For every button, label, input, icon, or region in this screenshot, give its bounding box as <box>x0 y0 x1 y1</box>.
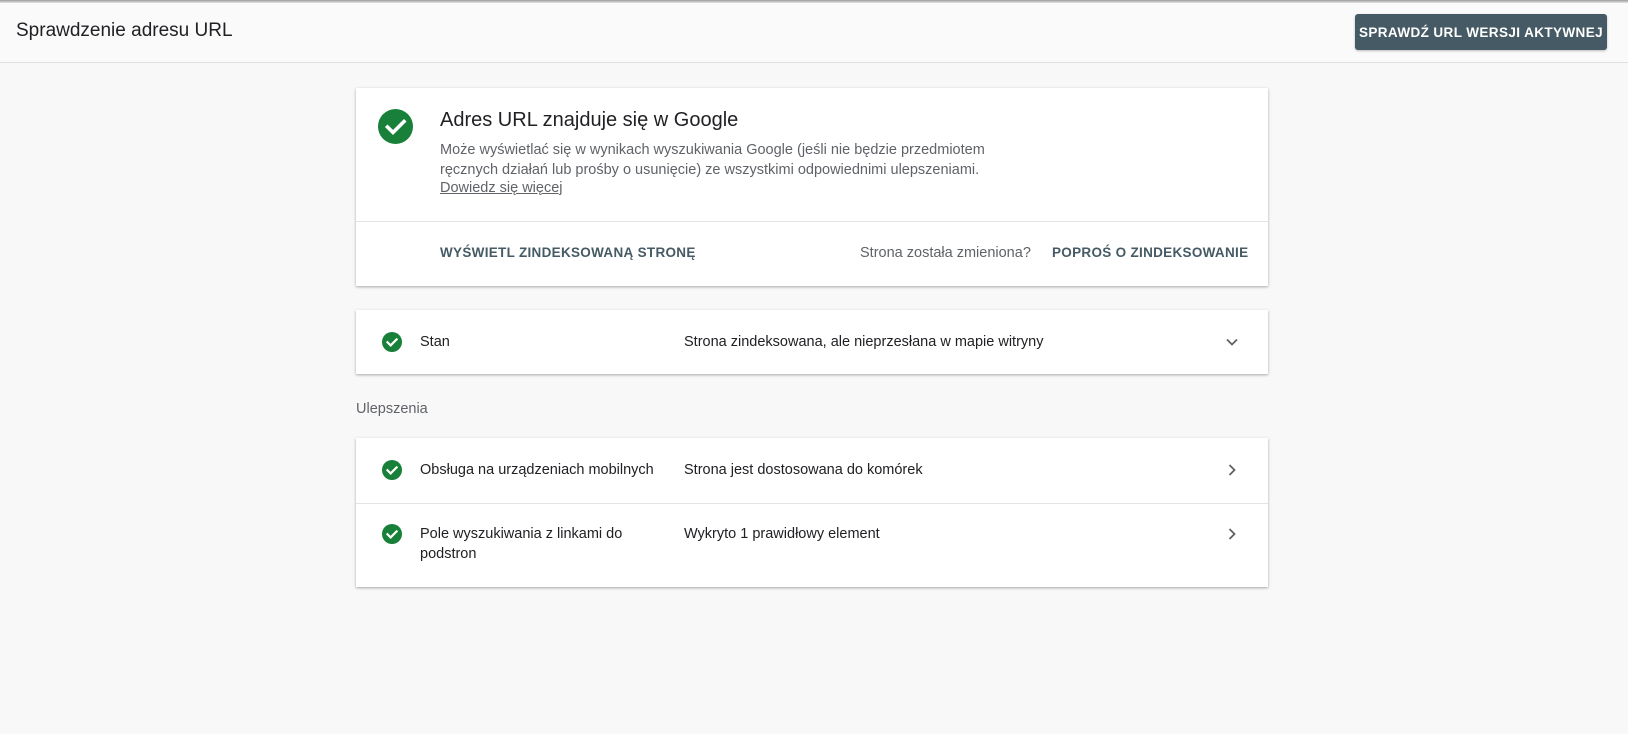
check-circle-icon <box>382 460 402 480</box>
summary-title: Adres URL znajduje się w Google <box>440 109 739 131</box>
page-title: Sprawdzenie adresu URL <box>16 20 233 41</box>
chevron-right-icon[interactable] <box>1224 526 1240 542</box>
status-row[interactable]: Stan Strona zindeksowana, ale nieprzesła… <box>356 310 1268 374</box>
enhancement-label: Pole wyszukiwania z linkami do podstron <box>420 526 623 562</box>
request-indexing-button[interactable]: POPROŚ O ZINDEKSOWANIE <box>1052 245 1248 260</box>
summary-description: Może wyświetlać się w wynikach wyszukiwa… <box>440 142 985 178</box>
check-circle-icon <box>378 109 413 144</box>
coverage-status-card: Stan Strona zindeksowana, ale nieprzesła… <box>356 310 1268 374</box>
enhancement-value: Wykryto 1 prawidłowy element <box>684 526 880 542</box>
enhancements-section-title: Ulepszenia <box>356 401 428 417</box>
enhancement-row-mobile[interactable]: Obsługa na urządzeniach mobilnych Strona… <box>356 438 1268 504</box>
enhancement-row-sitelinks-searchbox[interactable]: Pole wyszukiwania z linkami do podstron … <box>356 504 1268 587</box>
summary-divider <box>356 221 1268 222</box>
check-circle-icon <box>382 332 402 352</box>
check-circle-icon <box>382 524 402 544</box>
enhancement-value: Strona jest dostosowana do komórek <box>684 462 923 478</box>
chevron-right-icon[interactable] <box>1224 462 1240 478</box>
status-label: Stan <box>420 334 450 350</box>
learn-more-link[interactable]: Dowiedz się więcej <box>440 180 563 196</box>
test-live-url-button[interactable]: SPRAWDŹ URL WERSJI AKTYWNEJ <box>1355 14 1607 50</box>
chevron-down-icon[interactable] <box>1224 334 1240 350</box>
enhancements-card: Obsługa na urządzeniach mobilnych Strona… <box>356 438 1268 587</box>
status-value: Strona zindeksowana, ale nieprzesłana w … <box>684 334 1044 350</box>
page-changed-question: Strona została zmieniona? <box>860 245 1031 261</box>
index-summary-card: Adres URL znajduje się w Google Może wyś… <box>356 88 1268 286</box>
page-header: Sprawdzenie adresu URL SPRAWDŹ URL WERSJ… <box>0 3 1628 63</box>
view-indexed-page-button[interactable]: WYŚWIETL ZINDEKSOWANĄ STRONĘ <box>440 245 696 260</box>
enhancement-label: Obsługa na urządzeniach mobilnych <box>420 462 654 478</box>
